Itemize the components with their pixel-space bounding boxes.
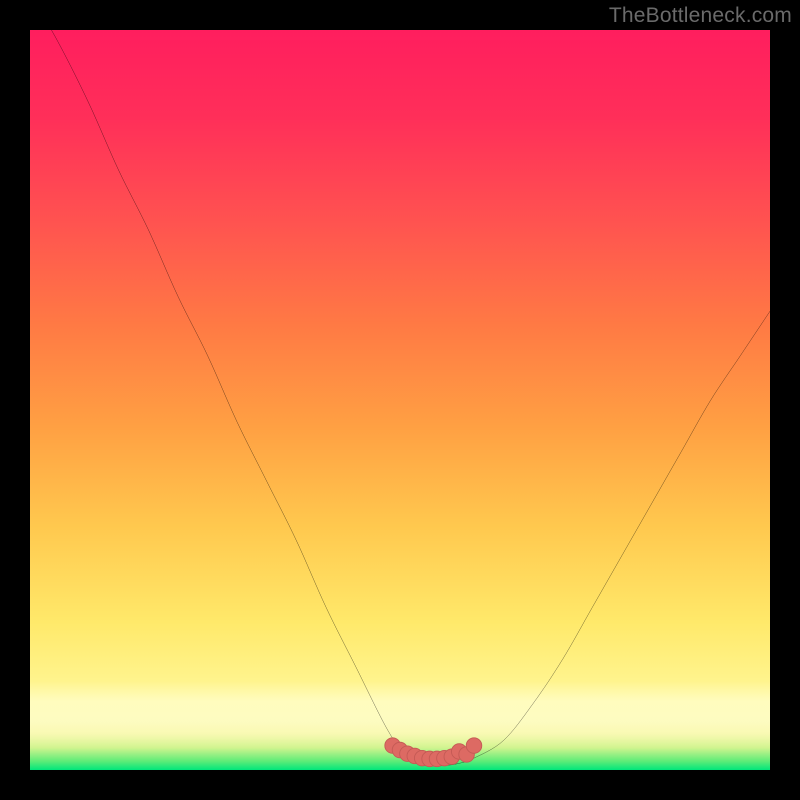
chart-outer-frame: TheBottleneck.com: [0, 0, 800, 800]
plot-area: [30, 30, 770, 770]
marker-dot: [466, 738, 482, 754]
bottleneck-curve: [30, 30, 770, 766]
watermark-text: TheBottleneck.com: [609, 4, 792, 28]
optimal-zone-markers: [385, 738, 482, 767]
chart-svg: [30, 30, 770, 770]
